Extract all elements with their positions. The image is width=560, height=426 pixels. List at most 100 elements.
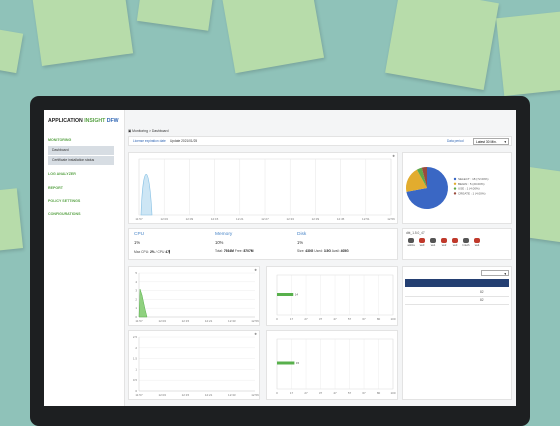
status-indicator — [452, 238, 458, 243]
info-bar: License expiration date Update 2021/01/2… — [128, 136, 512, 146]
status-indicator — [474, 238, 480, 243]
traffic-area — [140, 174, 153, 216]
app-logo[interactable]: APPLICATION INSIGHT DFW — [48, 118, 119, 124]
x-tick-label: 57 — [348, 317, 352, 321]
hbar-chart-1: 0 17 27 37 47 57 67 80 100 14 — [276, 274, 396, 321]
menu-item-cert-status[interactable]: Certificate installation status — [48, 156, 114, 165]
x-tick-label: 12:33 — [228, 319, 236, 323]
server-name: ws2 — [441, 244, 447, 247]
server-icon[interactable]: Intsch — [461, 238, 471, 247]
hbar-chart-1-panel: 0 17 27 37 47 57 67 80 100 14 — [266, 266, 398, 326]
disk-title: Disk — [297, 232, 307, 237]
x-tick-label: 80 — [377, 317, 381, 321]
legend-dot — [453, 177, 457, 181]
x-tick-label: 11:57 — [135, 319, 143, 323]
y-tick-label: 1 — [135, 367, 137, 371]
legend-label: USE : 1 (4.00%) — [458, 187, 480, 191]
y-tick-label: 1 — [135, 306, 137, 310]
server-icon[interactable]: wsDra — [406, 238, 416, 247]
list-row[interactable]: 82 — [405, 297, 509, 305]
x-tick-label: 11:57 — [135, 393, 143, 397]
laptop-screen: APPLICATION INSIGHT DFW MONITORING Dashb… — [44, 110, 516, 406]
x-tick-label: 12:03 — [158, 319, 166, 323]
y-tick-label: 2 — [135, 346, 137, 350]
server-icon[interactable]: ws4 — [472, 238, 482, 247]
x-tick-label: 80 — [377, 391, 381, 395]
legend-label: BEGIN : 5 (20.00%) — [458, 182, 485, 186]
laptop-bezel: APPLICATION INSIGHT DFW MONITORING Dashb… — [30, 96, 530, 426]
menu-log-analyzer[interactable]: LOG ANALYZER — [48, 172, 76, 176]
server-name: ws3 — [452, 244, 458, 247]
y-tick-label: 1.5 — [133, 357, 138, 361]
legend-label: SELECT : 18 (72.00%) — [458, 177, 488, 181]
server-name: ws1 — [430, 244, 436, 247]
x-tick-label: 12:33 — [228, 393, 236, 397]
small-chart-2: 2.521.510.5011:57 12:03 12:15 12:21 12:33 12:… — [133, 335, 259, 397]
legend-label: CREATE : 1 (4.00%) — [458, 191, 485, 195]
x-tick-label: 12:39 — [312, 217, 320, 221]
chevron-down-icon: ▾ — [504, 272, 506, 276]
x-tick-label: 100 — [390, 317, 395, 321]
bar-label: 14 — [295, 293, 299, 297]
sticky-note — [0, 26, 24, 74]
menu-item-dashboard[interactable]: Dashboard — [48, 146, 114, 155]
small-chart-1: 54321011:57 12:03 12:15 12:21 12:33 12:56 — [135, 271, 259, 323]
status-indicator — [419, 238, 425, 243]
x-tick-label: 12:21 — [236, 217, 244, 221]
sticky-note — [496, 10, 560, 96]
server-icon[interactable]: ws2 — [439, 238, 449, 247]
hbar-chart-2: 0 17 27 37 47 57 67 80 100 15 — [276, 338, 396, 395]
bar — [277, 293, 294, 296]
x-tick-label: 27 — [304, 391, 308, 395]
bar — [277, 361, 295, 365]
server-name: Intsch — [462, 244, 470, 247]
x-tick-label: 47 — [333, 391, 337, 395]
server-name: wsDra — [407, 244, 415, 247]
x-tick-label: 12:56 — [251, 393, 259, 397]
sticky-note — [30, 0, 134, 67]
menu-policy-settings[interactable]: POLICY SETTINGS — [48, 199, 80, 203]
server-group-label: dbt_1.5.0_47 — [406, 231, 425, 235]
menu-configurations[interactable]: CONFIGURATIONS — [48, 212, 80, 216]
menu-report[interactable]: REPORT — [48, 186, 63, 190]
x-tick-label: 12:45 — [337, 217, 345, 221]
sidebar: APPLICATION INSIGHT DFW MONITORING Dashb… — [44, 110, 125, 406]
server-icon[interactable]: ws0 — [417, 238, 427, 247]
server-icon[interactable]: ws1 — [428, 238, 438, 247]
y-tick-label: 2 — [135, 297, 137, 301]
legend-dot — [453, 187, 457, 190]
x-tick-label: 0 — [276, 317, 278, 321]
server-name: ws4 — [474, 244, 480, 247]
monitor-icon: ▣ — [128, 129, 132, 133]
x-tick-label: 12:15 — [211, 217, 219, 221]
y-tick-label: 2.5 — [133, 335, 138, 339]
server-status-panel: dbt_1.5.0_47 wsDra ws0 ws1 ws2 ws3 Intsch ws4 — [402, 228, 512, 260]
chevron-down-icon: ▾ — [504, 140, 506, 144]
breadcrumb: ▣ Monitoring > Dashboard — [128, 129, 169, 133]
status-indicator — [430, 238, 436, 243]
x-tick-label: 12:56 — [387, 217, 395, 221]
x-tick-label: 11:57 — [135, 217, 143, 221]
series-area — [138, 288, 148, 318]
list-select[interactable]: ▾ — [481, 270, 509, 276]
x-tick-label: 12:51 — [362, 217, 370, 221]
x-tick-label: 12:15 — [182, 319, 190, 323]
menu-monitoring[interactable]: MONITORING — [48, 138, 71, 142]
list-row[interactable]: 82 — [405, 289, 509, 297]
legend-dot — [453, 182, 457, 185]
disk-value: 1% — [297, 240, 304, 245]
resources-panel: CPU 1% Max CPU: 2% / CPU 4개 Memory 10% T… — [128, 228, 398, 260]
server-icon[interactable]: ws3 — [450, 238, 460, 247]
x-tick-label: 12:03 — [160, 217, 168, 221]
small-chart-2-panel: ✥ 2.5 2 1.5 1 0.5 0 11:57 12:03 12:15 12:21 12:33 1… — [128, 330, 260, 400]
memory-detail: Total: 7934M Free: 8707M — [215, 249, 254, 253]
y-tick-label: 0.5 — [133, 378, 138, 382]
memory-value: 10% — [215, 240, 224, 245]
cpu-value: 1% — [134, 240, 141, 245]
x-tick-label: 12:27 — [261, 217, 269, 221]
period-select[interactable]: Latest 30 Min. ▾ — [473, 138, 509, 145]
x-tick-label: 17 — [290, 317, 294, 321]
x-tick-label: 12:15 — [182, 393, 190, 397]
license-label: License expiration date — [133, 139, 166, 143]
x-tick-label: 47 — [333, 317, 337, 321]
